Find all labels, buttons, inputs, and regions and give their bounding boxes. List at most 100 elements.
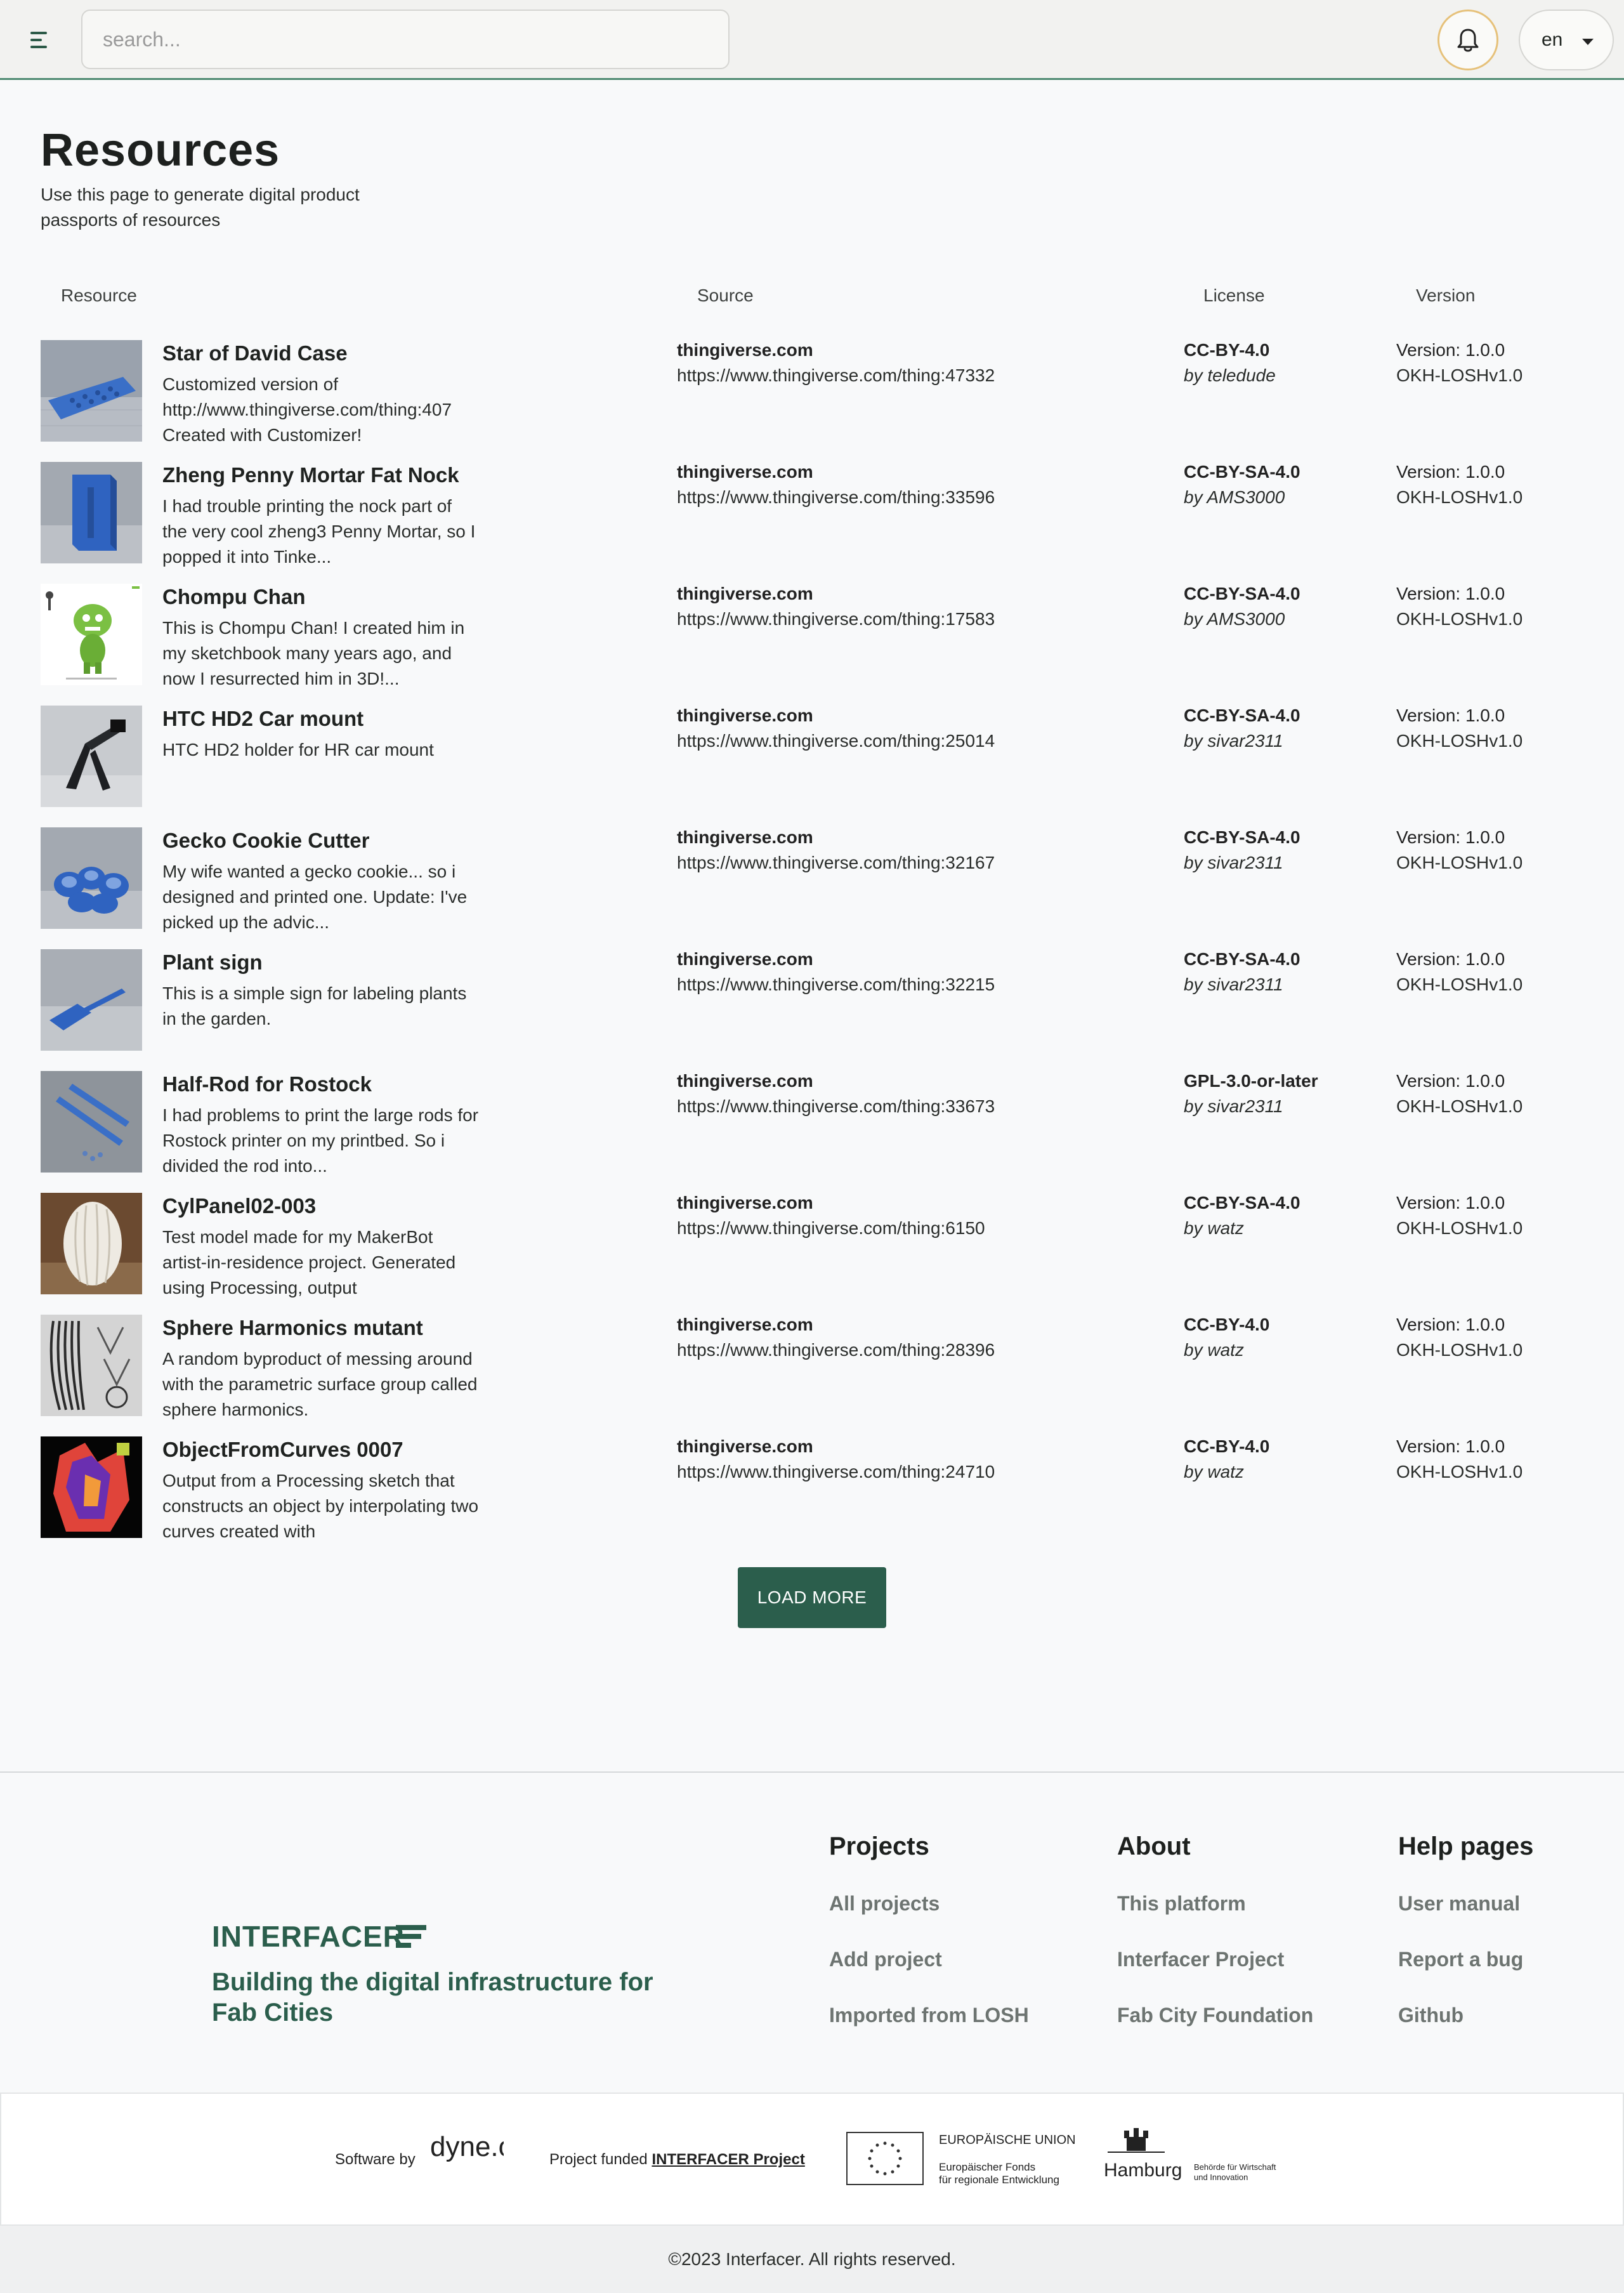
hamburg-label: Hamburg [1104,2160,1182,2181]
version-standard: OKH-LOSHv1.0 [1396,853,1523,872]
language-value: en [1542,29,1563,50]
version-standard: OKH-LOSHv1.0 [1396,1340,1523,1360]
license: CC-BY-4.0 [1184,1315,1270,1334]
language-select[interactable]: en [1519,10,1614,70]
footer-link-interfacer-project[interactable]: Interfacer Project [1117,1948,1284,1971]
dyne-logo[interactable]: dyne.org [428,2131,539,2188]
resource-title[interactable]: Star of David Case [162,341,348,365]
footer-help-title: Help pages [1398,1832,1534,1860]
resource-thumbnail [41,1436,142,1538]
resource-thumbnail [41,1071,142,1173]
resource-title[interactable]: ObjectFromCurves 0007 [162,1438,403,1462]
license: CC-BY-4.0 [1184,340,1270,360]
license: CC-BY-4.0 [1184,1436,1270,1456]
license: CC-BY-SA-4.0 [1184,949,1300,969]
version-standard: OKH-LOSHv1.0 [1396,975,1523,994]
table-row[interactable]: CylPanel02-003 Test model made for my Ma… [41,1193,1588,1315]
license: CC-BY-SA-4.0 [1184,827,1300,847]
funded-label: Project funded INTERFACER Project [549,2151,805,2169]
footer-link-add-project[interactable]: Add project [829,1948,942,1971]
footer-link-report-bug[interactable]: Report a bug [1398,1948,1523,1971]
table-row[interactable]: ObjectFromCurves 0007 Output from a Proc… [41,1436,1588,1558]
resource-title[interactable]: Sphere Harmonics mutant [162,1316,423,1340]
version: Version: 1.0.0 [1396,1071,1505,1091]
table-row[interactable]: HTC HD2 Car mount HTC HD2 holder for HR … [41,706,1588,827]
license-author: by watz [1184,1218,1244,1238]
license-author: by sivar2311 [1184,853,1283,872]
version-standard: OKH-LOSHv1.0 [1396,1218,1523,1238]
footer-link-all-projects[interactable]: All projects [829,1892,940,1915]
table-row[interactable]: Gecko Cookie Cutter My wife wanted a gec… [41,827,1588,949]
license-author: by sivar2311 [1184,975,1283,994]
resource-thumbnail [41,340,142,442]
table-row[interactable]: Zheng Penny Mortar Fat Nock I had troubl… [41,462,1588,584]
source-url[interactable]: https://www.thingiverse.com/thing:47332 [677,365,995,386]
source-domain: thingiverse.com [677,584,813,603]
license-author: by sivar2311 [1184,1096,1283,1116]
column-header-license: License [1203,286,1265,305]
resource-description: Customized version of http://www.thingiv… [162,374,452,445]
source-url[interactable]: https://www.thingiverse.com/thing:33596 [677,487,995,508]
menu-icon[interactable] [28,29,53,51]
license: CC-BY-SA-4.0 [1184,706,1300,725]
partners-bar: Software by dyne.org Project funded INTE… [0,2093,1624,2226]
table-row[interactable]: Plant sign This is a simple sign for lab… [41,949,1588,1071]
resource-title[interactable]: Chompu Chan [162,585,305,609]
resource-title[interactable]: CylPanel02-003 [162,1194,316,1218]
resource-thumbnail [41,1315,142,1416]
footer-about-title: About [1117,1832,1191,1860]
footer-link-user-manual[interactable]: User manual [1398,1892,1520,1915]
resource-title[interactable]: HTC HD2 Car mount [162,707,363,731]
page-subtitle: Use this page to generate digital produc… [41,185,360,230]
license: CC-BY-SA-4.0 [1184,1193,1300,1212]
table-row[interactable]: Half-Rod for Rostock I had problems to p… [41,1071,1588,1193]
chevron-down-icon [1582,39,1594,45]
resource-description: This is a simple sign for labeling plant… [162,983,467,1028]
license-author: by AMS3000 [1184,609,1285,629]
footer-link-this-platform[interactable]: This platform [1117,1892,1246,1915]
version-standard: OKH-LOSHv1.0 [1396,1096,1523,1116]
table-row[interactable]: Star of David Case Customized version of… [41,340,1588,462]
license-author: by AMS3000 [1184,487,1285,507]
resource-thumbnail [41,462,142,563]
license-author: by watz [1184,1462,1244,1482]
resource-thumbnail [41,1193,142,1294]
source-url[interactable]: https://www.thingiverse.com/thing:32167 [677,853,995,873]
interfacer-project-link[interactable]: INTERFACER Project [652,2151,804,2168]
source-url[interactable]: https://www.thingiverse.com/thing:6150 [677,1218,985,1238]
eu-flag-icon [846,2132,924,2188]
load-more-button[interactable]: LOAD MORE [738,1567,886,1628]
version: Version: 1.0.0 [1396,462,1505,482]
resource-thumbnail [41,706,142,807]
search-input[interactable] [81,10,730,69]
resource-title[interactable]: Gecko Cookie Cutter [162,829,369,853]
resource-thumbnail [41,584,142,685]
table-row[interactable]: Chompu Chan This is Chompu Chan! I creat… [41,584,1588,706]
source-url[interactable]: https://www.thingiverse.com/thing:28396 [677,1340,995,1360]
source-domain: thingiverse.com [677,340,813,360]
footer-link-imported-losh[interactable]: Imported from LOSH [829,2004,1029,2027]
source-url[interactable]: https://www.thingiverse.com/thing:33673 [677,1096,995,1117]
footer-link-github[interactable]: Github [1398,2004,1464,2027]
source-domain: thingiverse.com [677,1315,813,1334]
resource-title[interactable]: Plant sign [162,950,263,975]
hamburg-line1: Behörde für Wirtschaft [1194,2162,1276,2172]
source-url[interactable]: https://www.thingiverse.com/thing:32215 [677,975,995,995]
source-url[interactable]: https://www.thingiverse.com/thing:17583 [677,609,995,629]
resource-title[interactable]: Half-Rod for Rostock [162,1072,372,1096]
funded-prefix: Project funded [549,2151,648,2168]
source-url[interactable]: https://www.thingiverse.com/thing:25014 [677,731,995,751]
version: Version: 1.0.0 [1396,706,1505,725]
source-domain: thingiverse.com [677,706,813,725]
resource-title[interactable]: Zheng Penny Mortar Fat Nock [162,463,459,487]
version: Version: 1.0.0 [1396,340,1505,360]
table-row[interactable]: Sphere Harmonics mutant A random byprodu… [41,1315,1588,1436]
source-domain: thingiverse.com [677,1193,813,1212]
version: Version: 1.0.0 [1396,1315,1505,1334]
resource-description: I had trouble printing the nock part of … [162,496,476,567]
interfacer-logo[interactable]: INTERFACER [212,1920,428,1953]
notifications-button[interactable] [1437,10,1498,70]
version-standard: OKH-LOSHv1.0 [1396,1462,1523,1482]
footer-link-fab-city[interactable]: Fab City Foundation [1117,2004,1313,2027]
source-url[interactable]: https://www.thingiverse.com/thing:24710 [677,1462,995,1482]
